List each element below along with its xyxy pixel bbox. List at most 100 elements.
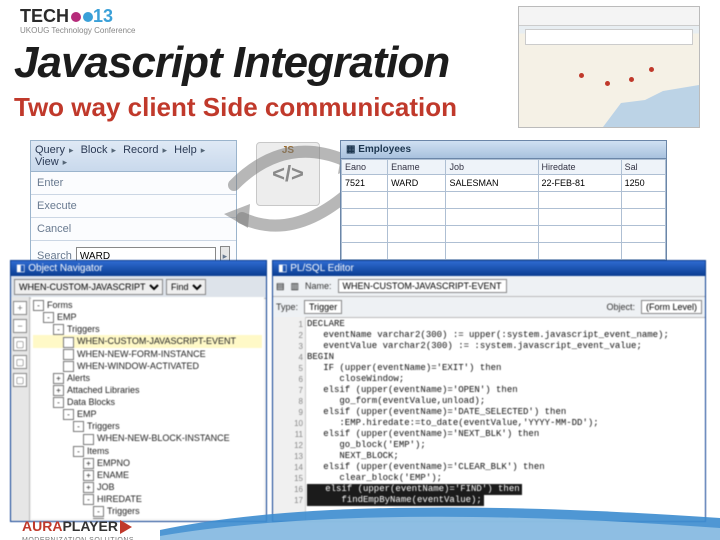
cell[interactable]	[388, 226, 446, 243]
tree-node[interactable]: WHEN-NEW-BLOCK-INSTANCE	[33, 432, 262, 444]
tree-node[interactable]: WHEN-CUSTOM-JAVASCRIPT-EVENT	[33, 335, 262, 347]
remove-button[interactable]: −	[13, 319, 27, 333]
tree-node[interactable]: +Alerts	[33, 372, 262, 384]
find-dropdown[interactable]: Find	[166, 279, 206, 295]
cell[interactable]	[621, 192, 665, 209]
tree-node[interactable]: -Data Blocks	[33, 396, 262, 408]
cell[interactable]	[388, 243, 446, 260]
toolbar-icon[interactable]: ▥	[291, 281, 300, 292]
tree-node[interactable]: +Attached Libraries	[33, 384, 262, 396]
tree-node[interactable]: +EMPNO	[33, 457, 262, 469]
cell[interactable]: WARD	[388, 175, 446, 192]
cell[interactable]	[446, 243, 538, 260]
cell[interactable]	[388, 192, 446, 209]
table-row[interactable]	[342, 209, 666, 226]
tree-node[interactable]: +JOB	[33, 481, 262, 493]
node-icon[interactable]	[63, 337, 74, 348]
tree-node[interactable]: -EMP	[33, 408, 262, 420]
expand-icon[interactable]: -	[93, 506, 104, 517]
cell[interactable]: 22-FEB-81	[538, 175, 621, 192]
tree-node[interactable]: -Triggers	[33, 420, 262, 432]
tree-node[interactable]: WHEN-WINDOW-ACTIVATED	[33, 360, 262, 372]
object-tree[interactable]: -Forms-EMP-TriggersWHEN-CUSTOM-JAVASCRIP…	[31, 297, 264, 519]
expand-icon[interactable]: -	[73, 421, 84, 432]
menu-view[interactable]: View	[35, 156, 59, 168]
type-field[interactable]: Trigger	[304, 300, 342, 314]
tree-node[interactable]: -Triggers	[33, 323, 262, 335]
expand-icon[interactable]: +	[83, 470, 94, 481]
table-row[interactable]	[342, 192, 666, 209]
browser-chrome	[519, 7, 699, 26]
menu-help[interactable]: Help	[174, 144, 197, 156]
table-row[interactable]	[342, 243, 666, 260]
expand-icon[interactable]: +	[83, 458, 94, 469]
tree-node[interactable]: -Items	[33, 445, 262, 457]
cell[interactable]	[446, 226, 538, 243]
tree-node-label: HIREDATE	[97, 494, 142, 504]
expand-icon[interactable]: +	[53, 373, 64, 384]
expand-icon[interactable]: -	[53, 324, 64, 335]
cell[interactable]	[538, 192, 621, 209]
chevron-down-icon: ▸	[111, 145, 116, 155]
cell[interactable]: 1250	[621, 175, 665, 192]
cell[interactable]	[538, 209, 621, 226]
code-editor[interactable]: DECLARE eventName varchar2(300) := upper…	[305, 317, 705, 521]
add-button[interactable]: +	[13, 301, 27, 315]
cell[interactable]	[342, 226, 388, 243]
menu-item-cancel[interactable]: Cancel	[31, 218, 236, 241]
expand-icon[interactable]: -	[73, 446, 84, 457]
tree-node[interactable]: -HIREDATE	[33, 493, 262, 505]
logo-part-b: PLAYER	[62, 518, 118, 534]
menu-record[interactable]: Record	[123, 144, 158, 156]
cell[interactable]	[342, 243, 388, 260]
tree-node-label: EMP	[77, 409, 97, 419]
cell[interactable]	[538, 243, 621, 260]
tree-node[interactable]: -Triggers	[33, 505, 262, 517]
trigger-name-field[interactable]: WHEN-CUSTOM-JAVASCRIPT-EVENT	[338, 279, 507, 293]
cell[interactable]	[342, 192, 388, 209]
code-tag-icon: </>	[272, 161, 304, 187]
cell[interactable]	[621, 209, 665, 226]
expand-icon[interactable]: -	[43, 312, 54, 323]
cell[interactable]	[621, 226, 665, 243]
menu-query[interactable]: Query	[35, 144, 65, 156]
table-row[interactable]: 7521WARDSALESMAN22-FEB-811250	[342, 175, 666, 192]
node-icon[interactable]	[63, 361, 74, 372]
cell[interactable]	[342, 209, 388, 226]
tree-node-label: JOB	[97, 482, 115, 492]
expand-button[interactable]: ▢	[13, 337, 27, 351]
menu-item-execute[interactable]: Execute	[31, 195, 236, 218]
cell[interactable]: SALESMAN	[446, 175, 538, 192]
tree-node-label: Alerts	[67, 373, 90, 383]
tree-node[interactable]: +ENAME	[33, 469, 262, 481]
trigger-dropdown[interactable]: WHEN-CUSTOM-JAVASCRIPT	[14, 279, 163, 295]
highlighted-line: findEmpByName(eventValue);	[307, 495, 484, 506]
cell[interactable]	[538, 226, 621, 243]
tree-node[interactable]: -Forms	[33, 299, 262, 311]
tool-button[interactable]: ▢	[13, 373, 27, 387]
menu-item-enter[interactable]: Enter	[31, 172, 236, 195]
cell[interactable]	[446, 192, 538, 209]
node-icon[interactable]	[83, 434, 94, 445]
expand-icon[interactable]: -	[63, 409, 74, 420]
tree-node-label: EMP	[57, 312, 77, 322]
expand-icon[interactable]: -	[33, 300, 44, 311]
cell[interactable]	[621, 243, 665, 260]
tree-node[interactable]: -EMP	[33, 311, 262, 323]
toolbar-icon[interactable]: ▤	[276, 281, 285, 292]
expand-icon[interactable]: -	[83, 494, 94, 505]
node-icon[interactable]	[63, 349, 74, 360]
expand-icon[interactable]: -	[53, 397, 64, 408]
expand-icon[interactable]: +	[53, 385, 64, 396]
forms-menubar[interactable]: Query▸ Block▸ Record▸ Help▸ View▸	[31, 141, 236, 172]
collapse-button[interactable]: ▢	[13, 355, 27, 369]
cell[interactable]	[446, 209, 538, 226]
cell[interactable]	[388, 209, 446, 226]
tree-node[interactable]: WHEN-NEW-FORM-INSTANCE	[33, 348, 262, 360]
cell[interactable]: 7521	[342, 175, 388, 192]
object-field[interactable]: (Form Level)	[641, 300, 702, 314]
map-pin-icon	[629, 77, 634, 82]
expand-icon[interactable]: +	[83, 482, 94, 493]
menu-block[interactable]: Block	[81, 144, 108, 156]
table-row[interactable]	[342, 226, 666, 243]
